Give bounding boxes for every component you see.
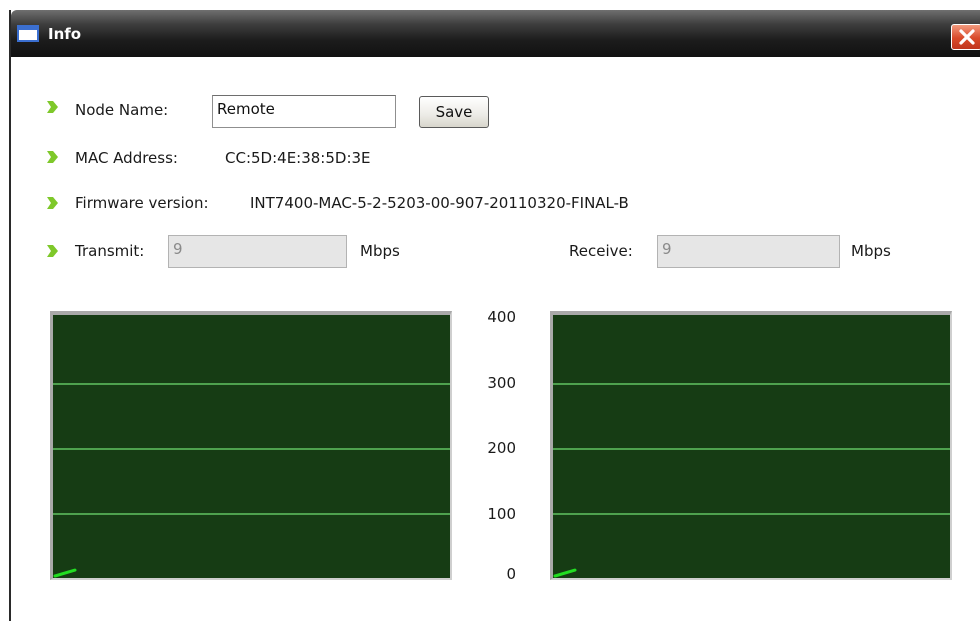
transmit-graph-plot bbox=[53, 568, 77, 578]
window-icon bbox=[17, 25, 39, 42]
save-button[interactable]: Save bbox=[419, 96, 489, 128]
transmit-unit: Mbps bbox=[360, 242, 400, 260]
close-icon bbox=[959, 29, 975, 45]
transmit-label: Transmit: bbox=[75, 242, 145, 260]
receive-input[interactable]: 9 bbox=[657, 235, 840, 268]
y-tick-label: 300 bbox=[487, 374, 516, 392]
firmware-label: Firmware version: bbox=[75, 194, 209, 212]
mac-address-value: CC:5D:4E:38:5D:3E bbox=[225, 149, 371, 167]
transmit-graph bbox=[50, 311, 452, 580]
receive-label: Receive: bbox=[569, 242, 633, 260]
y-tick-label: 400 bbox=[487, 308, 516, 326]
receive-graph bbox=[550, 311, 952, 580]
receive-unit: Mbps bbox=[851, 242, 891, 260]
mac-address-label: MAC Address: bbox=[75, 149, 178, 167]
y-tick-label: 0 bbox=[506, 565, 516, 583]
bullet-arrow-icon bbox=[47, 101, 58, 113]
transmit-rate-line bbox=[53, 568, 77, 578]
y-tick-label: 200 bbox=[487, 439, 516, 457]
transmit-input[interactable]: 9 bbox=[168, 235, 347, 268]
receive-rate-line bbox=[553, 568, 577, 578]
window-title: Info bbox=[48, 25, 82, 43]
bullet-arrow-icon bbox=[47, 197, 58, 209]
title-bar[interactable]: Info bbox=[11, 10, 980, 57]
y-tick-label: 100 bbox=[487, 505, 516, 523]
firmware-value: INT7400-MAC-5-2-5203-00-907-20110320-FIN… bbox=[250, 194, 629, 212]
node-name-label: Node Name: bbox=[75, 101, 169, 119]
receive-graph-plot bbox=[553, 568, 577, 578]
bullet-arrow-icon bbox=[47, 245, 58, 257]
close-button[interactable] bbox=[951, 24, 980, 50]
bullet-arrow-icon bbox=[47, 151, 58, 163]
node-name-input[interactable]: Remote bbox=[212, 95, 396, 128]
